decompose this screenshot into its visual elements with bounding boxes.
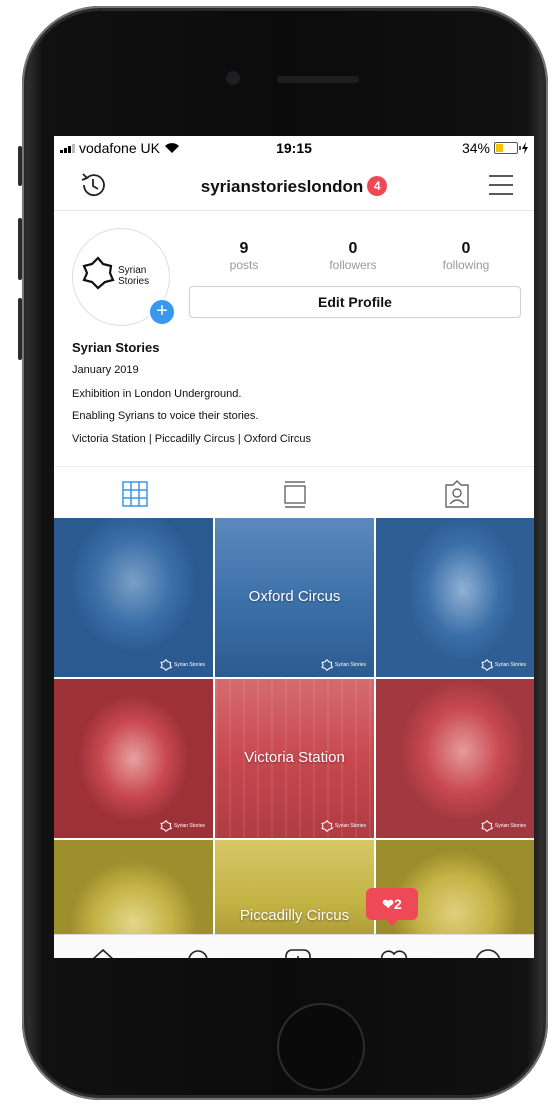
photo-tile[interactable] [54,840,213,944]
profile-header: syrianstorieslondon 4 [54,164,534,211]
heart-icon[interactable] [379,947,409,958]
photo-grid: Syrian Stories Oxford Circus Syrian Stor… [54,518,534,944]
username: syrianstorieslondon [200,177,364,196]
mute-switch [18,146,22,186]
photo-watermark: Syrian Stories [481,820,526,832]
followers-label: followers [329,258,377,272]
photo-tile[interactable]: Oxford Circus Syrian Stories [215,518,374,677]
search-icon[interactable] [185,947,215,958]
feed-view-icon[interactable] [280,479,310,509]
volume-down-button [18,298,22,360]
portrait-photo [54,679,213,838]
bottom-nav-bar [54,934,534,958]
following-count[interactable]: 0 following [421,240,511,272]
bio-line: Exhibition in London Underground. [72,388,242,400]
add-story-button[interactable]: + [148,298,176,326]
bio-line: Victoria Station | Piccadilly Circus | O… [72,433,312,445]
grid-view-icon[interactable] [120,479,150,509]
battery-icon [494,142,521,154]
photo-tile[interactable]: Syrian Stories [54,518,213,677]
portrait-photo [54,518,213,677]
charging-icon [522,142,528,154]
photo-watermark: Syrian Stories [321,820,366,832]
profile-tab-icon[interactable] [473,947,503,958]
portrait-photo [376,679,534,838]
station-photo [215,840,374,944]
photo-tile[interactable]: Syrian Stories [376,679,534,838]
photo-tile[interactable]: Syrian Stories [376,518,534,677]
status-bar: vodafone UK 19:15 34% [54,136,534,160]
portrait-photo [54,840,213,944]
activity-count: 2 [393,896,402,912]
new-post-icon[interactable] [283,947,313,958]
photo-caption: Piccadilly Circus [239,907,350,924]
portrait-photo [376,518,534,677]
posts-count[interactable]: 9 posts [199,240,289,272]
profile-tabs [54,466,534,519]
tagged-photos-icon[interactable] [442,479,472,509]
earpiece-speaker [277,76,359,83]
photo-tile[interactable]: Piccadilly Circus [215,840,374,944]
photo-tile[interactable]: Syrian Stories [54,679,213,838]
avatar-logo-text: Syrian Stories [118,265,150,287]
syrian-stories-logo-icon [82,256,115,290]
followers-value: 0 [348,240,358,257]
photo-caption: Victoria Station [244,748,345,766]
photo-watermark: Syrian Stories [160,659,205,671]
app-screen: vodafone UK 19:15 34% syrianstorieslondo… [54,136,534,958]
volume-up-button [18,218,22,280]
activity-notification-bubble[interactable]: ❤2 [366,888,418,926]
photo-watermark: Syrian Stories [481,659,526,671]
front-camera [226,71,240,85]
photo-watermark: Syrian Stories [160,820,205,832]
posts-value: 9 [239,240,249,257]
menu-icon[interactable] [488,174,514,196]
bio-line: January 2019 [72,364,139,376]
battery-percent: 34% [461,140,490,156]
following-label: following [442,258,490,272]
page-title[interactable]: syrianstorieslondon 4 [54,176,534,197]
edit-profile-button[interactable]: Edit Profile [189,286,521,318]
home-icon[interactable] [88,947,118,958]
photo-watermark: Syrian Stories [321,659,366,671]
home-button[interactable] [277,1003,365,1091]
followers-count[interactable]: 0 followers [308,240,398,272]
posts-label: posts [229,258,259,272]
photo-caption: Oxford Circus [248,587,341,605]
profile-name: Syrian Stories [72,340,160,355]
following-value: 0 [461,240,471,257]
photo-tile[interactable]: Victoria Station Syrian Stories [215,679,374,838]
bio-line: Enabling Syrians to voice their stories. [72,410,259,422]
notification-badge: 4 [367,176,388,196]
